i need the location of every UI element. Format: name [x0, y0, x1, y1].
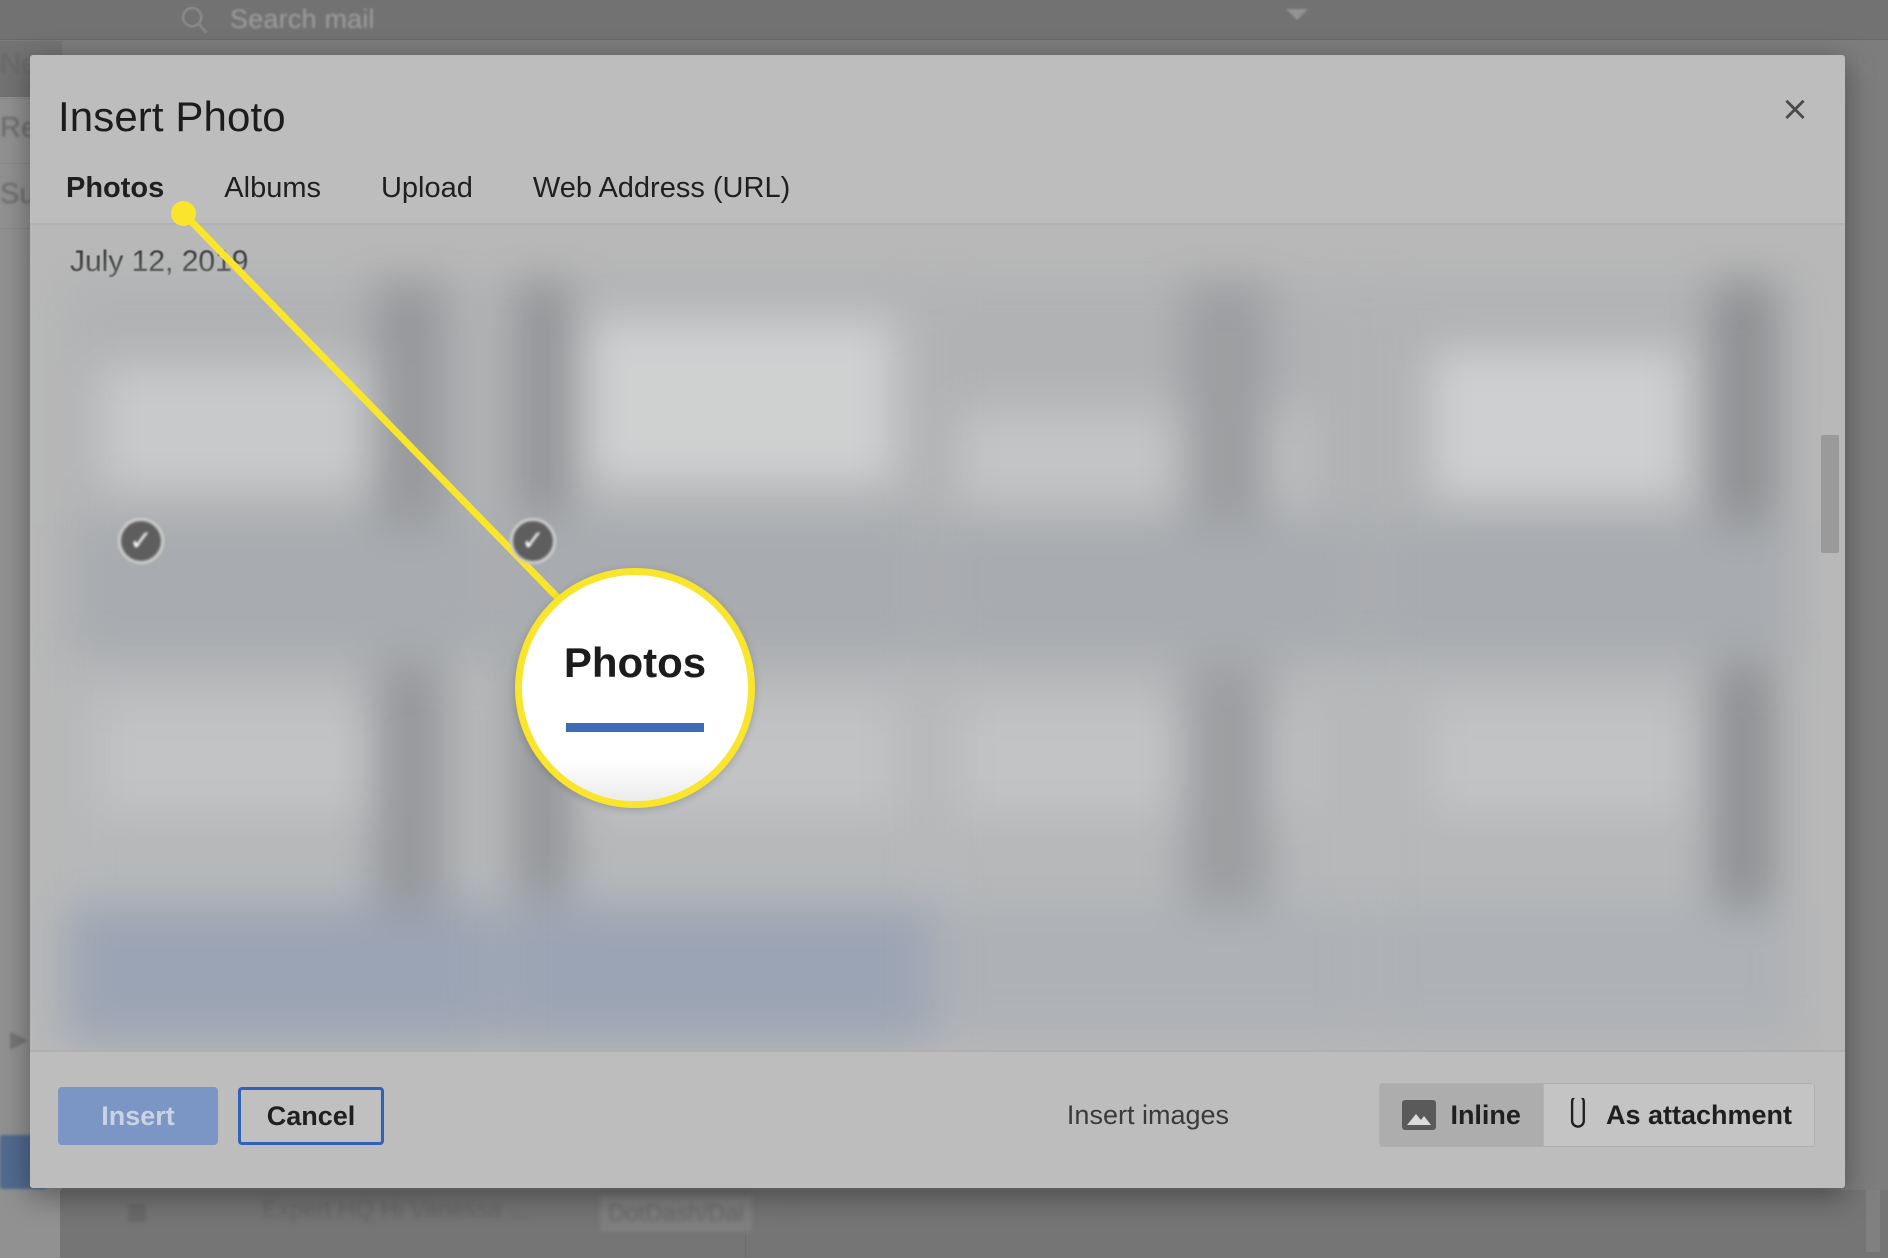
insert-photo-dialog: Insert Photo × Photos Albums Upload Web … — [30, 55, 1845, 1188]
date-group-label: July 12, 2019 — [70, 245, 249, 278]
tab-web-address[interactable]: Web Address (URL) — [523, 157, 800, 219]
insert-images-label: Insert images — [1066, 1100, 1229, 1130]
tab-upload[interactable]: Upload — [371, 157, 483, 219]
magnified-tab-label: Photos — [563, 638, 707, 686]
as-attachment-option-label: As attachment — [1605, 1099, 1792, 1130]
cancel-button[interactable]: Cancel — [238, 1087, 384, 1145]
insert-button[interactable]: Insert — [58, 1087, 218, 1145]
magnified-tab-underline — [566, 722, 704, 732]
photo-thumbnail[interactable] — [65, 663, 496, 1042]
photo-thumbnail[interactable] — [934, 663, 1366, 1042]
tab-photos[interactable]: Photos — [56, 157, 175, 260]
insert-images-toggle-group: Inline As attachment — [1379, 1083, 1815, 1147]
photo-thumbnail[interactable] — [1369, 280, 1800, 659]
dialog-footer: Insert Cancel Insert images Inline As at… — [30, 1050, 1845, 1188]
magnifier-callout: Photos — [515, 568, 755, 808]
tab-albums[interactable]: Albums — [214, 157, 331, 219]
scrollbar-thumb[interactable] — [1821, 435, 1839, 553]
image-icon — [1402, 1100, 1437, 1130]
photo-picker-content: July 12, 2019 ✓ ✓ — [30, 225, 1845, 1050]
page-title: Insert Photo — [58, 93, 286, 140]
callout-anchor-dot — [171, 201, 196, 226]
photo-thumbnail[interactable] — [1369, 663, 1800, 1042]
photo-grid — [65, 280, 1800, 1042]
inline-option[interactable]: Inline — [1380, 1084, 1543, 1146]
inline-option-label: Inline — [1450, 1099, 1521, 1130]
check-circle-icon[interactable]: ✓ — [510, 518, 556, 564]
photo-thumbnail[interactable] — [934, 280, 1366, 659]
photo-thumbnail[interactable] — [65, 280, 496, 659]
magnifier-fade — [522, 759, 748, 801]
as-attachment-option[interactable]: As attachment — [1542, 1084, 1814, 1146]
close-icon[interactable]: × — [1769, 83, 1821, 135]
check-circle-icon[interactable]: ✓ — [118, 518, 164, 564]
screenshot-root: Search mail Ne Re Su ▶ Expert HQ Hi Vane… — [0, 0, 1888, 1258]
paperclip-icon — [1570, 1098, 1585, 1128]
